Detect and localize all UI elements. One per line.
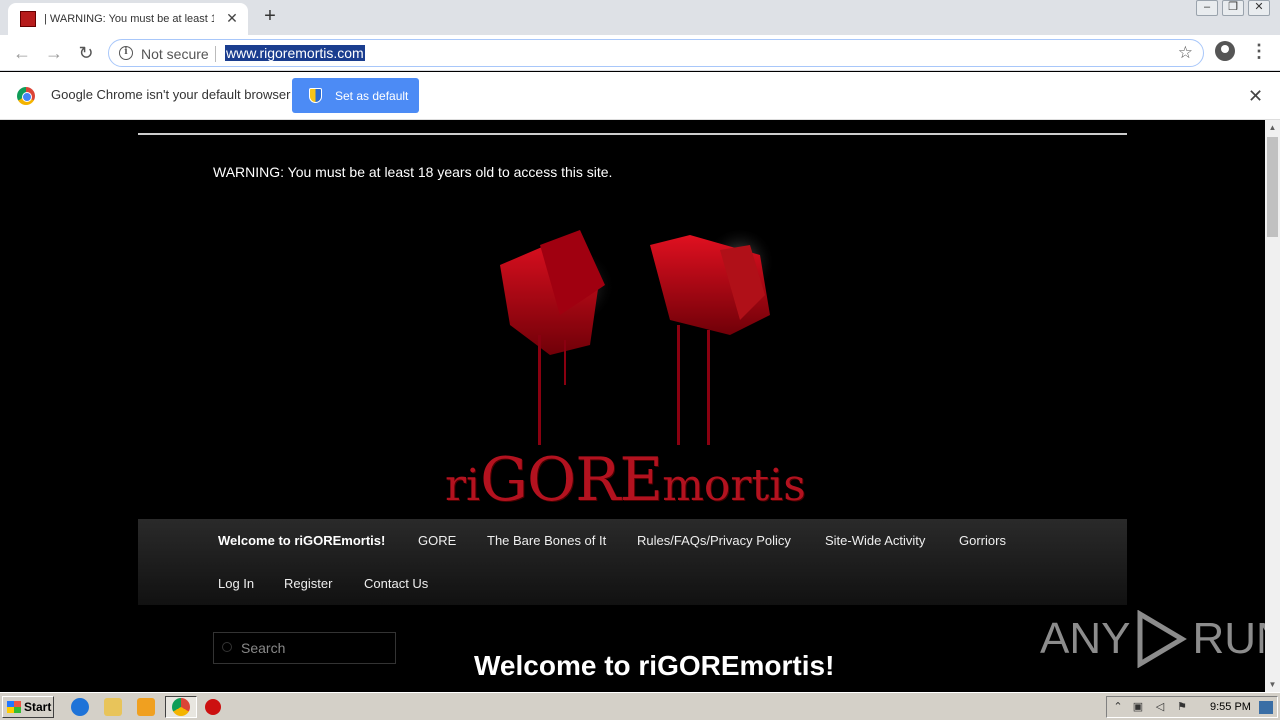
scroll-up-icon[interactable]: ▲ — [1265, 120, 1280, 135]
browser-toolbar: ← → ↻ i Not secure www.rigoremortis.com … — [0, 35, 1280, 71]
security-label[interactable]: Not secure — [141, 46, 209, 62]
window-close-icon[interactable]: ✕ — [1248, 0, 1270, 16]
scroll-thumb[interactable] — [1267, 137, 1278, 237]
start-label: Start — [24, 700, 52, 714]
nav-gorriors[interactable]: Gorriors — [959, 533, 1006, 548]
nav-gore[interactable]: GORE — [418, 533, 456, 548]
chrome-logo-icon — [17, 87, 35, 105]
taskbar-chrome-button[interactable] — [165, 696, 197, 718]
windows-taskbar: Start ⌃ ▣ ◁ ⚑ 9:55 PM — [0, 692, 1280, 720]
header-divider — [138, 133, 1127, 135]
site-favicon-icon — [20, 11, 36, 27]
logo-mortis: mortis — [662, 460, 806, 511]
volume-icon[interactable]: ◁ — [1153, 701, 1167, 714]
infobar-close-icon[interactable]: ✕ — [1248, 86, 1263, 107]
taskbar-clock[interactable]: 9:55 PM — [1210, 701, 1251, 713]
media-player-icon[interactable] — [137, 698, 155, 716]
uac-shield-icon — [309, 88, 322, 103]
tab-strip: | WARNING: You must be at least 18 ✕ + –… — [0, 0, 1280, 35]
windows-logo-icon — [7, 701, 21, 713]
anyrun-watermark: ANY RUN — [1040, 610, 1265, 668]
tab-title: | WARNING: You must be at least 18 — [44, 13, 214, 25]
url-text[interactable]: www.rigoremortis.com — [225, 45, 365, 61]
restore-icon[interactable]: ❐ — [1222, 0, 1244, 16]
tab-close-icon[interactable]: ✕ — [224, 10, 240, 26]
vertical-scrollbar[interactable]: ▲ ▼ — [1265, 120, 1280, 692]
internet-explorer-icon[interactable] — [71, 698, 89, 716]
address-bar[interactable]: i Not secure www.rigoremortis.com ☆ — [108, 39, 1204, 67]
nav-log-in[interactable]: Log In — [218, 576, 254, 591]
page-viewport: WARNING: You must be at least 18 years o… — [0, 120, 1265, 692]
chrome-icon — [172, 698, 190, 716]
default-browser-infobar: Google Chrome isn't your default browser… — [0, 72, 1280, 120]
search-input[interactable] — [241, 640, 391, 656]
infobar-message: Google Chrome isn't your default browser — [51, 87, 291, 102]
profile-avatar-icon[interactable] — [1215, 41, 1235, 61]
main-navigation: Welcome to riGOREmortis! GORE The Bare B… — [138, 519, 1127, 605]
scroll-down-icon[interactable]: ▼ — [1265, 677, 1280, 692]
show-hidden-icons-icon[interactable]: ⌃ — [1111, 701, 1125, 714]
new-tab-button[interactable]: + — [258, 5, 282, 29]
nav-contact-us[interactable]: Contact Us — [364, 576, 428, 591]
omnibox-divider — [215, 46, 216, 62]
watermark-left: ANY — [1040, 614, 1131, 663]
forward-arrow-icon[interactable]: → — [42, 41, 66, 65]
minimize-icon[interactable]: – — [1196, 0, 1218, 16]
set-as-default-label: Set as default — [335, 88, 409, 103]
browser-tab[interactable]: | WARNING: You must be at least 18 ✕ — [8, 3, 248, 35]
info-icon[interactable]: i — [119, 46, 133, 60]
network-icon[interactable]: ▣ — [1131, 701, 1145, 714]
nav-welcome[interactable]: Welcome to riGOREmortis! — [218, 533, 385, 548]
set-as-default-button[interactable]: Set as default — [292, 78, 419, 113]
chrome-menu-icon[interactable]: ⋮ — [1250, 41, 1268, 65]
age-warning-text: WARNING: You must be at least 18 years o… — [213, 164, 613, 180]
logo-gore: GORE — [480, 445, 663, 515]
site-search[interactable] — [213, 632, 396, 664]
bookmark-star-icon[interactable]: ☆ — [1178, 43, 1193, 63]
show-desktop-icon[interactable] — [1259, 701, 1273, 714]
start-button[interactable]: Start — [2, 696, 54, 718]
page-title: Welcome to riGOREmortis! — [474, 650, 835, 681]
opera-icon[interactable] — [205, 699, 221, 715]
window-controls: – ❐ ✕ — [1196, 0, 1270, 16]
nav-bare-bones[interactable]: The Bare Bones of It — [487, 533, 606, 548]
system-tray: ⌃ ▣ ◁ ⚑ 9:55 PM — [1106, 696, 1278, 718]
file-explorer-icon[interactable] — [104, 698, 122, 716]
search-icon — [222, 642, 232, 652]
reload-icon[interactable]: ↻ — [74, 41, 98, 65]
watermark-play-icon — [1137, 610, 1188, 668]
back-arrow-icon[interactable]: ← — [10, 41, 34, 65]
site-logo[interactable]: riGOREmortis — [445, 445, 806, 515]
watermark-right: RUN — [1192, 614, 1265, 663]
action-center-flag-icon[interactable]: ⚑ — [1175, 701, 1189, 714]
logo-ri: ri — [445, 460, 481, 511]
nav-rules-faqs[interactable]: Rules/FAQs/Privacy Policy — [637, 533, 791, 548]
nav-site-activity[interactable]: Site-Wide Activity — [825, 533, 925, 548]
nav-register[interactable]: Register — [284, 576, 332, 591]
